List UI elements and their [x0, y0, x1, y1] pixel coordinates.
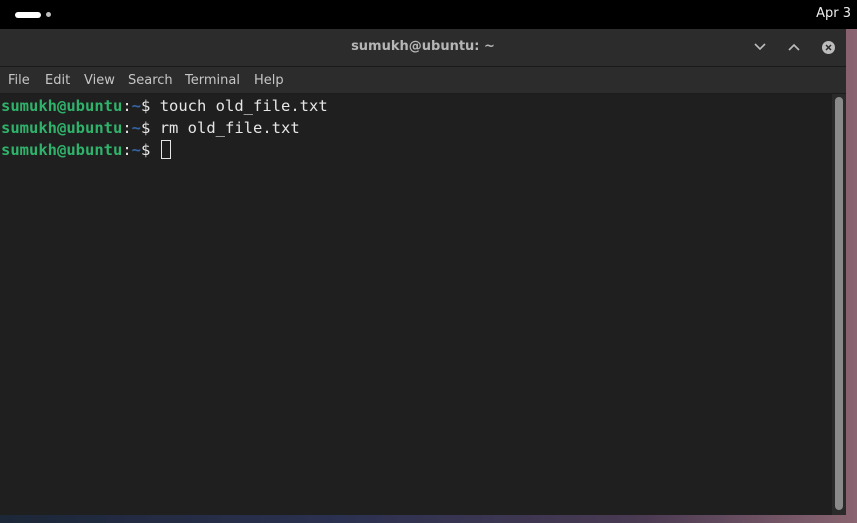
window-title: sumukh@ubuntu: ~	[351, 39, 495, 54]
workspace-indicator-dot[interactable]	[46, 12, 51, 17]
workspace-indicator-active[interactable]	[15, 12, 41, 18]
command-text: rm old_file.txt	[159, 119, 300, 137]
prompt-separator: :	[122, 97, 132, 115]
scrollbar[interactable]	[832, 94, 846, 515]
prompt-user: sumukh@ubuntu	[1, 119, 123, 137]
maximize-button[interactable]	[784, 37, 804, 57]
prompt-path: ~	[131, 97, 142, 115]
prompt-dollar: $	[141, 141, 160, 159]
clock[interactable]: Apr 3	[816, 6, 851, 21]
menu-terminal[interactable]: Terminal	[185, 73, 240, 88]
prompt-separator: :	[122, 119, 132, 137]
top-panel: Apr 3	[0, 0, 857, 29]
text-cursor	[160, 140, 171, 159]
menu-bar: File Edit View Search Terminal Help	[0, 67, 846, 94]
prompt-dollar: $	[141, 119, 160, 137]
terminal-line: sumukh@ubuntu:~$	[1, 139, 171, 161]
chevron-down-icon	[754, 43, 766, 51]
menu-search[interactable]: Search	[128, 73, 173, 88]
close-button[interactable]	[818, 37, 838, 57]
window-titlebar[interactable]: sumukh@ubuntu: ~	[0, 29, 846, 67]
prompt-user: sumukh@ubuntu	[1, 141, 123, 159]
terminal-output[interactable]: sumukh@ubuntu:~$ touch old_file.txt sumu…	[0, 94, 832, 515]
menu-edit[interactable]: Edit	[45, 73, 70, 88]
minimize-button[interactable]	[750, 37, 770, 57]
prompt-user: sumukh@ubuntu	[1, 97, 123, 115]
prompt-path: ~	[131, 141, 142, 159]
terminal-line: sumukh@ubuntu:~$ touch old_file.txt	[1, 95, 328, 117]
terminal-window: sumukh@ubuntu: ~ File Edit View Search T…	[0, 29, 846, 515]
prompt-separator: :	[122, 141, 132, 159]
chevron-up-icon	[788, 43, 800, 51]
menu-file[interactable]: File	[8, 73, 30, 88]
prompt-dollar: $	[141, 97, 160, 115]
close-icon	[821, 40, 835, 54]
menu-help[interactable]: Help	[254, 73, 284, 88]
prompt-path: ~	[131, 119, 142, 137]
terminal-line: sumukh@ubuntu:~$ rm old_file.txt	[1, 117, 300, 139]
command-text: touch old_file.txt	[159, 97, 328, 115]
menu-view[interactable]: View	[84, 73, 115, 88]
scrollbar-thumb[interactable]	[835, 97, 843, 510]
